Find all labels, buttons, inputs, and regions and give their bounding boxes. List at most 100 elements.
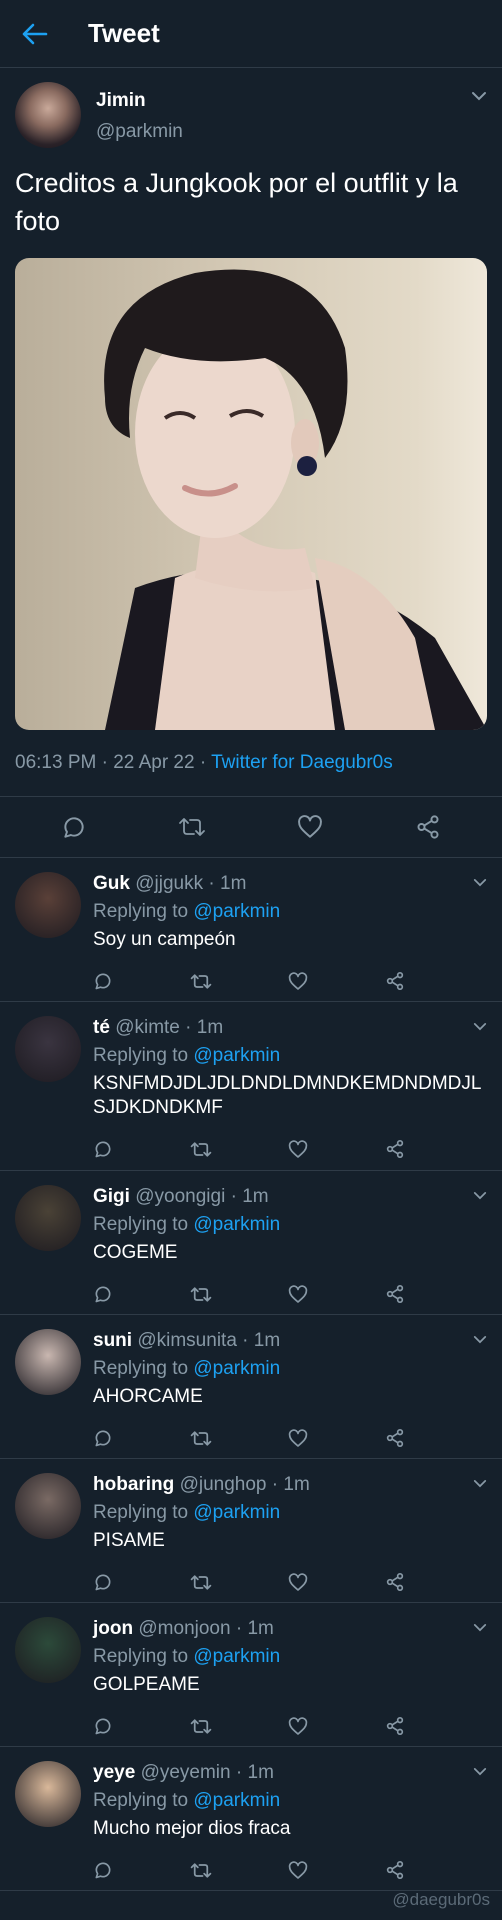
share-button[interactable] — [385, 966, 425, 996]
meta-separator: · — [203, 873, 220, 894]
reply-icon — [95, 1574, 111, 1591]
more-options-button[interactable] — [473, 1018, 487, 1036]
mention-link[interactable]: @parkmin — [193, 1646, 280, 1667]
reply-author-handle[interactable]: @junghop — [180, 1474, 267, 1495]
tweet-photo[interactable] — [15, 258, 487, 730]
replying-to-line: Replying to @parkmin — [93, 1044, 487, 1068]
more-options-button[interactable] — [473, 1619, 487, 1637]
reply-button[interactable] — [93, 1279, 133, 1309]
reply-author-name[interactable]: yeye — [93, 1762, 135, 1783]
reply-item[interactable]: Gigi @yoongigi · 1m Replying to @parkmin C… — [0, 1171, 502, 1315]
more-options-button[interactable] — [471, 88, 487, 106]
mention-link[interactable]: @parkmin — [193, 1045, 280, 1066]
like-button[interactable] — [288, 1855, 328, 1885]
reply-actions — [93, 1423, 425, 1453]
retweet-button[interactable] — [190, 1279, 230, 1309]
more-options-button[interactable] — [473, 1331, 487, 1349]
chevron-down-icon — [472, 92, 486, 101]
share-button[interactable] — [398, 807, 458, 847]
heart-icon — [288, 1284, 307, 1303]
share-button[interactable] — [385, 1711, 425, 1741]
back-button[interactable] — [0, 0, 70, 68]
reply-author-handle[interactable]: @yoongigi — [135, 1186, 225, 1207]
avatar[interactable] — [15, 1473, 81, 1539]
reply-author-handle[interactable]: @kimsunita — [137, 1330, 237, 1351]
like-button[interactable] — [288, 1134, 328, 1164]
heart-icon — [288, 1139, 307, 1158]
replying-to-line: Replying to @parkmin — [93, 1789, 487, 1813]
heart-icon — [288, 1716, 307, 1735]
more-options-button[interactable] — [473, 1475, 487, 1493]
chevron-down-icon — [473, 1336, 487, 1344]
like-button[interactable] — [288, 1567, 328, 1597]
avatar[interactable] — [15, 1761, 81, 1827]
reply-author-name[interactable]: Gigi — [93, 1186, 130, 1207]
reply-author-handle[interactable]: @yeyemin — [141, 1762, 231, 1783]
share-button[interactable] — [385, 1855, 425, 1885]
reply-author-name[interactable]: suni — [93, 1330, 132, 1351]
share-button[interactable] — [385, 1134, 425, 1164]
avatar[interactable] — [15, 1185, 81, 1251]
avatar[interactable] — [15, 82, 81, 148]
like-button[interactable] — [280, 807, 340, 847]
reply-item[interactable]: suni @kimsunita · 1m Replying to @parkmin… — [0, 1315, 502, 1459]
reply-item[interactable]: hobaring @junghop · 1m Replying to @parkm… — [0, 1459, 502, 1603]
avatar[interactable] — [15, 1617, 81, 1683]
more-options-button[interactable] — [473, 1763, 487, 1781]
retweet-button[interactable] — [190, 1134, 230, 1164]
more-options-button[interactable] — [473, 1187, 487, 1205]
reply-item[interactable]: joon @monjoon · 1m Replying to @parkmin GO… — [0, 1603, 502, 1747]
reply-author-handle[interactable]: @kimte — [115, 1017, 180, 1038]
reply-button[interactable] — [93, 1134, 133, 1164]
mention-link[interactable]: @parkmin — [193, 901, 280, 922]
author-handle[interactable]: @parkmin — [96, 121, 183, 143]
reply-author-name[interactable]: té — [93, 1017, 110, 1038]
like-button[interactable] — [288, 1423, 328, 1453]
reply-author-name[interactable]: Guk — [93, 873, 130, 894]
author-names: Jimin @parkmin — [96, 82, 183, 143]
like-button[interactable] — [288, 1711, 328, 1741]
retweet-button[interactable] — [190, 1423, 230, 1453]
share-button[interactable] — [385, 1279, 425, 1309]
page-title: Tweet — [88, 18, 160, 48]
share-icon — [386, 1861, 404, 1880]
more-options-button[interactable] — [473, 874, 487, 892]
share-button[interactable] — [385, 1423, 425, 1453]
meta-separator: · — [101, 752, 114, 773]
reply-button[interactable] — [93, 1711, 133, 1741]
mention-link[interactable]: @parkmin — [193, 1790, 280, 1811]
reply-author-name[interactable]: joon — [93, 1618, 133, 1639]
retweet-button[interactable] — [190, 1567, 230, 1597]
reply-item[interactable]: Guk @jjgukk · 1m Replying to @parkmin Soy … — [0, 858, 502, 1002]
reply-text: PISAME — [93, 1530, 165, 1551]
reply-button[interactable] — [93, 1855, 133, 1885]
like-button[interactable] — [288, 966, 328, 996]
replying-to-label: Replying to — [93, 1214, 189, 1235]
share-button[interactable] — [385, 1567, 425, 1597]
retweet-button[interactable] — [190, 966, 230, 996]
reply-author-handle[interactable]: @monjoon — [138, 1618, 230, 1639]
reply-header: joon @monjoon · 1m — [93, 1617, 487, 1641]
reply-button[interactable] — [93, 1567, 133, 1597]
reply-button[interactable] — [44, 807, 104, 847]
reply-author-name[interactable]: hobaring — [93, 1474, 174, 1495]
reply-item[interactable]: yeye @yeyemin · 1m Replying to @parkmin Mu… — [0, 1747, 502, 1891]
avatar[interactable] — [15, 1329, 81, 1395]
reply-time: 1m — [253, 1330, 281, 1351]
reply-button[interactable] — [93, 966, 133, 996]
reply-author-handle[interactable]: @jjgukk — [135, 873, 203, 894]
retweet-button[interactable] — [162, 807, 222, 847]
author-name[interactable]: Jimin — [96, 90, 183, 112]
tweet-client-link[interactable]: Twitter for Daegubr0s — [211, 752, 393, 773]
retweet-button[interactable] — [190, 1855, 230, 1885]
mention-link[interactable]: @parkmin — [193, 1502, 280, 1523]
retweet-button[interactable] — [190, 1711, 230, 1741]
like-button[interactable] — [288, 1279, 328, 1309]
avatar[interactable] — [15, 1016, 81, 1082]
reply-button[interactable] — [93, 1423, 133, 1453]
mention-link[interactable]: @parkmin — [193, 1214, 280, 1235]
mention-link[interactable]: @parkmin — [193, 1358, 280, 1379]
avatar[interactable] — [15, 872, 81, 938]
reply-actions — [93, 966, 425, 996]
reply-item[interactable]: té @kimte · 1m Replying to @parkmin KSNFMD… — [0, 1002, 502, 1171]
